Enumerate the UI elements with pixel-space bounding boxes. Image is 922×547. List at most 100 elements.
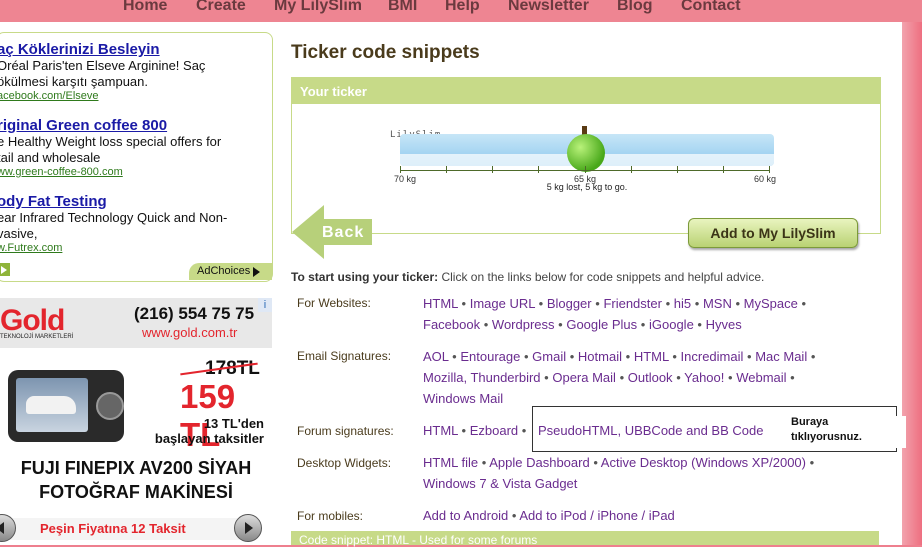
- ticker-panel-header: Your ticker: [292, 78, 880, 104]
- link-yahoo[interactable]: Yahoo!: [684, 370, 724, 385]
- nav-my-lilyslim[interactable]: My LilySlim: [274, 0, 362, 15]
- link-android[interactable]: Add to Android: [423, 508, 508, 523]
- link-html-file[interactable]: HTML file: [423, 455, 478, 470]
- email-label: Email Signatures:: [297, 349, 392, 363]
- annotation-callout: PseudoHTML, UBBCode and BB Code Buraya t…: [532, 406, 897, 452]
- gold-logo-subtitle: TEKNOLOJİ MARKETLERİ: [0, 334, 74, 340]
- ad-next-arrow-icon[interactable]: [0, 263, 10, 276]
- ticker-tick: [400, 166, 401, 173]
- ad-text: e Healthy Weight loss special offers for: [0, 134, 222, 149]
- ticker-tick: [446, 166, 447, 173]
- ticker-panel-title: Your ticker: [300, 84, 367, 99]
- nav-create[interactable]: Create: [196, 0, 246, 15]
- banner-phone: (216) 554 75 75: [134, 304, 255, 323]
- ad-text: ökülmesi karşıtı şampuan.: [0, 74, 149, 89]
- top-navigation: Home Create My LilySlim BMI Help Newslet…: [0, 0, 922, 22]
- ticker-tick: [769, 166, 770, 173]
- adchoices-icon: [253, 267, 260, 277]
- link-gmail[interactable]: Gmail: [532, 349, 566, 364]
- link-windows-mail[interactable]: Windows Mail: [423, 391, 503, 406]
- link-ios[interactable]: Add to iPod / iPhone / iPad: [519, 508, 674, 523]
- desktop-links: HTML file • Apple Dashboard • Active Des…: [423, 455, 815, 491]
- nav-bmi[interactable]: BMI: [388, 0, 417, 15]
- link-opera-mail[interactable]: Opera Mail: [552, 370, 616, 385]
- ad-url[interactable]: w.Futrex.com: [0, 242, 227, 254]
- page-title: Ticker code snippets: [291, 42, 480, 63]
- back-button[interactable]: Back: [322, 224, 364, 242]
- link-facebook[interactable]: Facebook: [423, 317, 480, 332]
- link-google-plus[interactable]: Google Plus: [566, 317, 637, 332]
- ad-text: vasive,: [0, 226, 38, 241]
- camera-image: [8, 370, 124, 442]
- ad-text: ear Infrared Technology Quick and Non-: [0, 210, 228, 225]
- adchoices-badge[interactable]: AdChoices: [189, 263, 272, 280]
- link-igoogle[interactable]: iGoogle: [649, 317, 694, 332]
- gold-logo: Gold: [0, 304, 65, 337]
- forum-links: HTML • Ezboard •: [423, 423, 527, 438]
- link-myspace[interactable]: MySpace: [744, 296, 798, 311]
- link-thunderbird[interactable]: Mozilla, Thunderbird: [423, 370, 541, 385]
- link-blogger[interactable]: Blogger: [547, 296, 592, 311]
- link-image-url[interactable]: Image URL: [470, 296, 535, 311]
- link-html[interactable]: HTML: [423, 423, 458, 438]
- nav-newsletter[interactable]: Newsletter: [508, 0, 589, 15]
- nav-home[interactable]: Home: [123, 0, 167, 15]
- ticker-tick: [492, 166, 493, 173]
- page-edge: [902, 22, 922, 545]
- banner-next-icon[interactable]: [234, 514, 262, 542]
- ticker-tick: [631, 166, 632, 173]
- product-name: FUJI FINEPIX AV200 SİYAH FOTOĞRAF MAKİNE…: [0, 456, 272, 504]
- link-ezboard[interactable]: Ezboard: [470, 423, 518, 438]
- ticker-tick: [585, 166, 586, 173]
- apple-marker-icon: [567, 134, 605, 172]
- link-wordpress[interactable]: Wordpress: [492, 317, 555, 332]
- link-hotmail[interactable]: Hotmail: [578, 349, 622, 364]
- ad-title[interactable]: aç Köklerinizi Besleyin: [0, 41, 205, 58]
- link-friendster[interactable]: Friendster: [603, 296, 662, 311]
- link-entourage[interactable]: Entourage: [460, 349, 520, 364]
- add-to-lilyslim-button[interactable]: Add to My LilySlim: [688, 218, 858, 248]
- ad-item[interactable]: aç Köklerinizi Besleyin Oréal Paris'ten …: [0, 41, 205, 102]
- nav-contact[interactable]: Contact: [681, 0, 741, 15]
- product-name-line: FUJI FINEPIX AV200 SİYAH: [20, 458, 252, 478]
- link-hyves[interactable]: Hyves: [706, 317, 742, 332]
- link-aol[interactable]: AOL: [423, 349, 449, 364]
- nav-help[interactable]: Help: [445, 0, 480, 15]
- ad-item[interactable]: riginal Green coffee 800 e Healthy Weigh…: [0, 117, 221, 178]
- intro-text: To start using your ticker: Click on the…: [291, 270, 764, 284]
- link-html[interactable]: HTML: [423, 296, 458, 311]
- banner-site: www.gold.com.tr: [142, 325, 238, 340]
- ad-info-icon[interactable]: i: [258, 298, 272, 312]
- link-windows-gadget[interactable]: Windows 7 & Vista Gadget: [423, 476, 577, 491]
- intro-bold: To start using your ticker:: [291, 270, 439, 284]
- email-links: AOL • Entourage • Gmail • Hotmail • HTML…: [423, 349, 816, 406]
- banner-promo: 13 TL'den başlayan taksitler: [154, 416, 264, 446]
- websites-label: For Websites:: [297, 296, 371, 310]
- link-active-desktop[interactable]: Active Desktop (Windows XP/2000): [601, 455, 806, 470]
- code-snippet-header: Code snippet: HTML - Used for some forum…: [291, 531, 879, 547]
- desktop-label: Desktop Widgets:: [297, 456, 392, 470]
- link-webmail[interactable]: Webmail: [736, 370, 786, 385]
- link-outlook[interactable]: Outlook: [628, 370, 673, 385]
- ad-item[interactable]: ody Fat Testing ear Infrared Technology …: [0, 193, 227, 254]
- mobiles-label: For mobiles:: [297, 509, 364, 523]
- link-pseudohtml[interactable]: PseudoHTML, UBBCode and BB Code: [538, 423, 763, 438]
- ad-title[interactable]: riginal Green coffee 800: [0, 117, 221, 134]
- link-incredimail[interactable]: Incredimail: [681, 349, 744, 364]
- adchoices-label: AdChoices: [197, 265, 251, 277]
- ad-url[interactable]: acebook.com/Elseve: [0, 90, 205, 102]
- ticker-tick: [677, 166, 678, 173]
- link-hi5[interactable]: hi5: [674, 296, 691, 311]
- link-apple-dashboard[interactable]: Apple Dashboard: [489, 455, 589, 470]
- ticker-end-label: 60 kg: [754, 174, 777, 184]
- link-msn[interactable]: MSN: [703, 296, 732, 311]
- ad-url[interactable]: ww.green-coffee-800.com: [0, 166, 221, 178]
- nav-blog[interactable]: Blog: [617, 0, 653, 15]
- ad-title[interactable]: ody Fat Testing: [0, 193, 227, 210]
- mobiles-links: Add to Android • Add to iPod / iPhone / …: [423, 508, 675, 523]
- link-mac-mail[interactable]: Mac Mail: [755, 349, 807, 364]
- link-html[interactable]: HTML: [634, 349, 669, 364]
- banner-ad[interactable]: Gold TEKNOLOJİ MARKETLERİ (216) 554 75 7…: [0, 298, 272, 545]
- installment-text: Peşin Fiyatına 12 Taksit: [40, 521, 186, 536]
- annotation-corner: [893, 416, 906, 448]
